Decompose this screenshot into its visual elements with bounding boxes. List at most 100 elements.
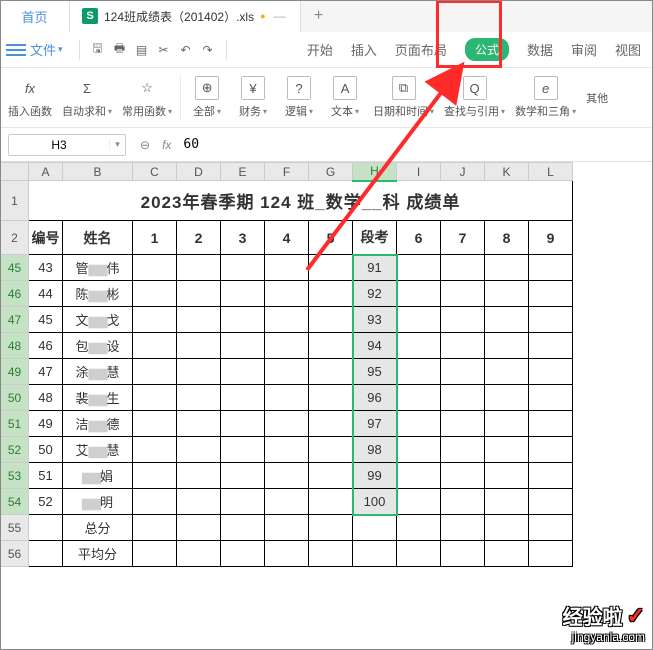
new-tab-button[interactable]: + [301,0,337,32]
header-cell[interactable]: 段考 [353,221,397,255]
id-cell[interactable]: 48 [29,385,63,411]
id-cell[interactable]: 52 [29,489,63,515]
cell[interactable] [29,515,63,541]
header-cell[interactable]: 1 [133,221,177,255]
save-icon[interactable]: 🖫 [88,40,108,60]
name-cell[interactable]: 管▆▆伟 [63,255,133,281]
cell[interactable] [29,541,63,567]
column-headers[interactable]: A B C D E F G H I J K L [1,163,573,181]
fx-icon[interactable]: fx [162,138,171,152]
row-header[interactable]: 45 [1,255,29,281]
print-icon[interactable]: 🖶 [110,40,130,60]
spreadsheet-grid[interactable]: A B C D E F G H I J K L 1 2023年春季期 124 班… [0,162,653,567]
row-header[interactable]: 56 [1,541,29,567]
header-cell[interactable]: 3 [221,221,265,255]
file-menu[interactable]: 文件▾ [30,40,63,59]
menu-icon[interactable] [6,40,26,60]
math-functions-button[interactable]: e 数学和三角▾ [511,76,580,119]
autosum-button[interactable]: Σ 自动求和▾ [58,76,116,119]
all-functions-button[interactable]: ⊕ 全部▾ [185,76,229,119]
col-G[interactable]: G [309,163,353,181]
name-cell[interactable]: 涂▆▆慧 [63,359,133,385]
row-header[interactable]: 50 [1,385,29,411]
header-cell[interactable]: 9 [529,221,573,255]
zoom-out-icon[interactable]: ⊖ [140,138,150,152]
id-cell[interactable]: 51 [29,463,63,489]
row-header[interactable]: 1 [1,181,29,221]
score-cell[interactable]: 96 [353,385,397,411]
tab-data[interactable]: 数据 [527,40,553,59]
undo-icon[interactable]: ↶ [176,40,196,60]
col-A[interactable]: A [29,163,63,181]
score-cell[interactable]: 98 [353,437,397,463]
col-B[interactable]: B [63,163,133,181]
score-cell[interactable]: 97 [353,411,397,437]
row-header[interactable]: 54 [1,489,29,515]
row-header[interactable]: 51 [1,411,29,437]
name-cell[interactable]: 洁▆▆德 [63,411,133,437]
col-H[interactable]: H [353,163,397,181]
header-cell[interactable]: 8 [485,221,529,255]
name-cell[interactable]: 裴▆▆生 [63,385,133,411]
lookup-functions-button[interactable]: Q 查找与引用▾ [440,76,509,119]
col-C[interactable]: C [133,163,177,181]
namebox-dropdown-icon[interactable]: ▾ [109,139,125,150]
datetime-functions-button[interactable]: ⧉ 日期和时间▾ [369,76,438,119]
finance-functions-button[interactable]: ¥ 财务▾ [231,76,275,119]
name-cell[interactable]: 艾▆▆慧 [63,437,133,463]
row-header[interactable]: 49 [1,359,29,385]
name-cell[interactable]: 陈▆▆彬 [63,281,133,307]
row-header[interactable]: 53 [1,463,29,489]
document-tab[interactable]: S 124班成绩表（201402）.xls ● — [70,0,301,32]
id-cell[interactable]: 50 [29,437,63,463]
col-L[interactable]: L [529,163,573,181]
name-cell[interactable]: 包▆▆设 [63,333,133,359]
row-header[interactable]: 47 [1,307,29,333]
redo-icon[interactable]: ↷ [198,40,218,60]
score-cell[interactable]: 91 [353,255,397,281]
score-cell[interactable]: 93 [353,307,397,333]
header-cell[interactable]: 2 [177,221,221,255]
tab-insert[interactable]: 插入 [351,40,377,59]
average-label[interactable]: 平均分 [63,541,133,567]
header-cell[interactable]: 姓名 [63,221,133,255]
score-cell[interactable]: 92 [353,281,397,307]
sheet-title[interactable]: 2023年春季期 124 班_数学__科 成绩单 [29,181,573,221]
id-cell[interactable]: 44 [29,281,63,307]
tab-view[interactable]: 视图 [615,40,641,59]
id-cell[interactable]: 45 [29,307,63,333]
home-tab[interactable]: 首页 [0,0,70,32]
logic-functions-button[interactable]: ? 逻辑▾ [277,76,321,119]
total-label[interactable]: 总分 [63,515,133,541]
col-F[interactable]: F [265,163,309,181]
header-cell[interactable]: 编号 [29,221,63,255]
name-cell[interactable]: ▆▆明 [63,489,133,515]
col-I[interactable]: I [397,163,441,181]
col-D[interactable]: D [177,163,221,181]
header-cell[interactable]: 4 [265,221,309,255]
row-header[interactable]: 2 [1,221,29,255]
header-cell[interactable]: 6 [397,221,441,255]
id-cell[interactable]: 49 [29,411,63,437]
formula-input[interactable] [183,137,645,152]
other-functions-button[interactable]: 其他 [582,90,612,106]
tab-start[interactable]: 开始 [307,40,333,59]
col-E[interactable]: E [221,163,265,181]
name-box[interactable] [9,135,109,155]
score-cell[interactable]: 99 [353,463,397,489]
common-functions-button[interactable]: ☆ 常用函数▾ [118,76,176,119]
row-header[interactable]: 46 [1,281,29,307]
cut-icon[interactable]: ✂ [154,40,174,60]
text-functions-button[interactable]: A 文本▾ [323,76,367,119]
col-K[interactable]: K [485,163,529,181]
score-cell[interactable]: 100 [353,489,397,515]
row-header[interactable]: 55 [1,515,29,541]
id-cell[interactable]: 47 [29,359,63,385]
header-cell[interactable]: 5 [309,221,353,255]
tab-review[interactable]: 审阅 [571,40,597,59]
insert-function-button[interactable]: fx 插入函数 [4,76,56,119]
tab-formula[interactable]: 公式 [465,38,509,61]
name-cell[interactable]: ▆▆娟 [63,463,133,489]
col-J[interactable]: J [441,163,485,181]
row-header[interactable]: 52 [1,437,29,463]
